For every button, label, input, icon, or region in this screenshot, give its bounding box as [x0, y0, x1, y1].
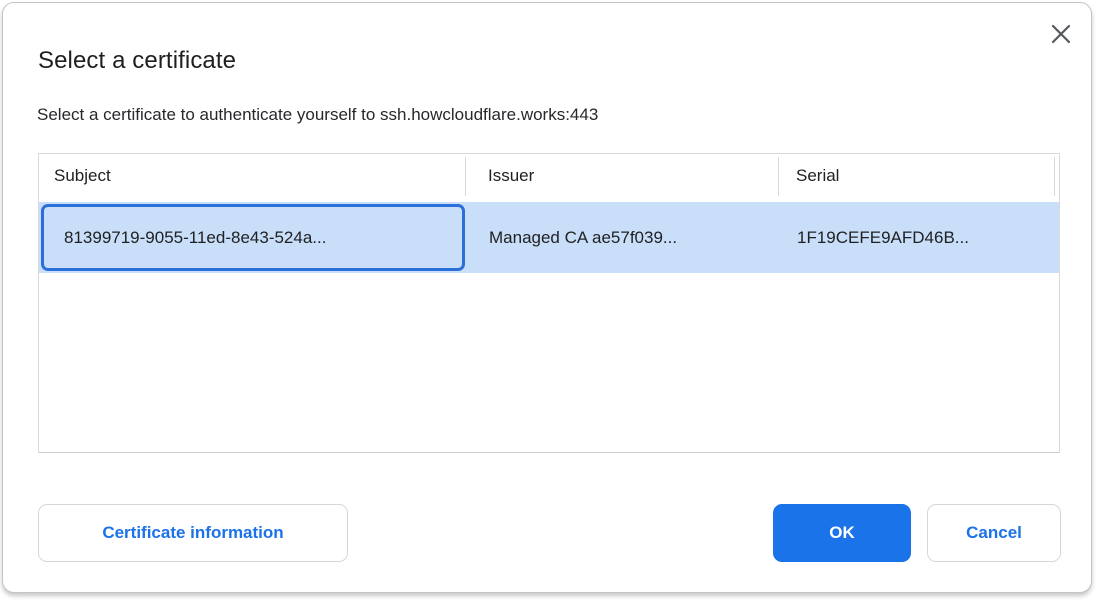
certificate-issuer: Managed CA ae57f039... [489, 228, 677, 248]
certificate-select-dialog: Select a certificate Select a certificat… [2, 2, 1092, 593]
page-title: Select a certificate [38, 47, 236, 75]
close-icon[interactable] [1045, 18, 1077, 50]
subject-cell-focused[interactable]: 81399719-9055-11ed-8e43-524a... [41, 204, 465, 271]
certificate-subject: 81399719-9055-11ed-8e43-524a... [64, 228, 326, 248]
certificate-serial: 1F19CEFE9AFD46B... [797, 228, 969, 248]
certificate-table: Subject Issuer Serial 81399719-9055-11ed… [38, 153, 1060, 453]
dialog-subtitle: Select a certificate to authenticate you… [37, 105, 598, 125]
table-header-row: Subject Issuer Serial [39, 154, 1059, 200]
cancel-button[interactable]: Cancel [927, 504, 1061, 562]
column-divider [1054, 157, 1055, 196]
column-header-issuer: Issuer [488, 166, 534, 186]
ok-button[interactable]: OK [773, 504, 911, 562]
serial-cell: 1F19CEFE9AFD46B... [797, 202, 969, 273]
column-header-serial: Serial [796, 166, 839, 186]
close-x-glyph [1050, 23, 1072, 45]
column-header-subject: Subject [54, 166, 111, 186]
column-divider [465, 157, 466, 196]
certificate-information-button[interactable]: Certificate information [38, 504, 348, 562]
certificate-row-selected[interactable]: 81399719-9055-11ed-8e43-524a... Managed … [39, 202, 1059, 273]
issuer-cell: Managed CA ae57f039... [489, 202, 677, 273]
column-divider [778, 157, 779, 196]
